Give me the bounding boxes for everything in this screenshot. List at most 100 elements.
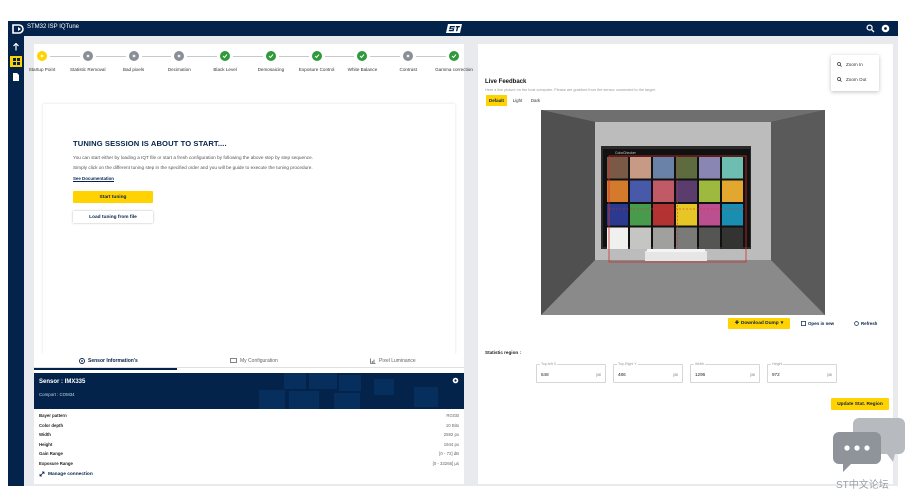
step-label: White Balance bbox=[347, 67, 378, 72]
checker-patch bbox=[722, 180, 743, 202]
start-tuning-button[interactable]: Start tuning bbox=[73, 191, 153, 203]
open-in-new-button[interactable]: Open in new bbox=[801, 321, 834, 326]
sensor-info-value: 10 Bits bbox=[445, 422, 459, 428]
checker-patch bbox=[722, 157, 743, 179]
live-feedback-image[interactable]: ColorChecker bbox=[541, 110, 825, 315]
step-exposure-control[interactable]: Exposure Control bbox=[292, 51, 342, 72]
manage-connection-label: Manage connection bbox=[48, 471, 93, 477]
step-label: Demosaicing bbox=[257, 67, 285, 72]
step-dot-icon bbox=[403, 51, 414, 61]
step-demosaicing[interactable]: Demosaicing bbox=[246, 51, 296, 72]
stat-field-top-right-y[interactable]: Top-Right Y 486 px bbox=[613, 362, 683, 383]
st-logo-icon bbox=[446, 24, 462, 33]
load-tuning-button[interactable]: Load tuning from file bbox=[73, 211, 153, 223]
mode-tab-light[interactable]: Light bbox=[509, 95, 526, 106]
sensor-info-row: Bayer pattern RGGB bbox=[39, 413, 459, 421]
checker-patch bbox=[699, 227, 720, 249]
checker-patch bbox=[630, 204, 651, 226]
step-statistic-removal[interactable]: Statistic Removal bbox=[63, 51, 113, 72]
tab-my-configuration-label: My Configuration bbox=[240, 358, 278, 364]
stat-field-width[interactable]: Width 1296 px bbox=[690, 362, 760, 383]
step-label: Contrast bbox=[399, 67, 417, 72]
sensor-info-value: 2592 px bbox=[443, 432, 459, 438]
app-title: STM32 ISP IQTune bbox=[27, 24, 80, 30]
step-startup-point[interactable]: Startup Point bbox=[17, 51, 67, 72]
stat-field-top-left-x[interactable]: Top-left X 648 px bbox=[536, 362, 606, 383]
chart-icon bbox=[370, 358, 376, 364]
mode-tab-default[interactable]: Default bbox=[486, 95, 507, 106]
download-icon: ✚ bbox=[734, 321, 739, 326]
zoom-in-item[interactable]: Zoom In bbox=[837, 62, 863, 67]
step-label: Gamma correction bbox=[435, 67, 473, 72]
checker-patch bbox=[630, 227, 651, 249]
zoom-in-icon bbox=[837, 62, 842, 67]
checker-patch bbox=[607, 227, 628, 249]
sensor-info-row: Height 1944 px bbox=[39, 442, 459, 450]
chat-bubble-icon bbox=[833, 418, 905, 472]
zoom-icon bbox=[801, 321, 806, 326]
step-contrast[interactable]: Contrast bbox=[383, 51, 433, 72]
stat-field-label: Width bbox=[694, 362, 706, 366]
download-dump-button[interactable]: ✚ Download Dump ▾ bbox=[728, 318, 790, 329]
step-dot-icon bbox=[174, 51, 185, 61]
checker-patch bbox=[676, 180, 697, 202]
settings-icon[interactable] bbox=[881, 24, 890, 33]
step-bad-pixels[interactable]: Bad pixels bbox=[109, 51, 159, 72]
tune-icon bbox=[13, 42, 19, 50]
info-tabs: Sensor Information's My Configuration Pi… bbox=[34, 354, 464, 368]
check-icon bbox=[265, 51, 276, 61]
step-gamma-correction[interactable]: Gamma correction bbox=[429, 51, 479, 72]
stat-field-unit: px bbox=[750, 372, 755, 377]
documentation-link[interactable]: See Documentation bbox=[73, 176, 114, 181]
manage-connection-button[interactable]: Manage connection bbox=[39, 471, 93, 477]
stat-field-label: Top-Right Y bbox=[617, 362, 638, 366]
checker-patch bbox=[722, 227, 743, 249]
tab-my-configuration[interactable]: My Configuration bbox=[230, 358, 278, 364]
search-icon[interactable] bbox=[866, 24, 875, 33]
check-icon bbox=[311, 51, 322, 61]
sensor-info-value: [0 - 72] dB bbox=[439, 451, 459, 457]
update-stat-region-button[interactable]: Update Stat. Region bbox=[831, 398, 889, 410]
step-dot-icon bbox=[37, 51, 47, 61]
sensor-info-key: Height bbox=[39, 441, 53, 447]
step-decimation[interactable]: Decimation bbox=[154, 51, 204, 72]
step-label: Black Level bbox=[213, 67, 237, 72]
tuning-title: TUNING SESSION IS ABOUT TO START.... bbox=[73, 139, 227, 148]
stat-field-label: Height bbox=[771, 362, 784, 366]
tab-sensor-information[interactable]: Sensor Information's bbox=[79, 358, 138, 364]
top-bar: STM32 ISP IQTune bbox=[8, 21, 898, 36]
step-black-level[interactable]: Black Level bbox=[200, 51, 250, 72]
checker-patch bbox=[699, 180, 720, 202]
sensor-info-key: Bayer pattern bbox=[39, 413, 67, 418]
sensor-icon bbox=[79, 358, 85, 364]
tuning-start-panel: TUNING SESSION IS ABOUT TO START.... You… bbox=[43, 104, 455, 354]
sensor-settings-icon[interactable] bbox=[452, 377, 459, 384]
sidebar-item-document[interactable] bbox=[10, 71, 22, 82]
checker-patch bbox=[630, 157, 651, 179]
tuning-intro-text: You can start either by loading a IQT fi… bbox=[73, 155, 313, 160]
app-logo-icon bbox=[12, 24, 24, 34]
mode-tab-dark[interactable]: Dark bbox=[527, 95, 544, 106]
watermark-text: ST中文论坛 bbox=[836, 480, 889, 491]
stat-field-unit: px bbox=[596, 372, 601, 377]
sensor-info-row: Gain Range [0 - 72] dB bbox=[39, 451, 459, 459]
step-dot-icon bbox=[82, 51, 93, 61]
checker-patch bbox=[630, 180, 651, 202]
checker-patch bbox=[653, 227, 674, 249]
sensor-info-key: Width bbox=[39, 432, 51, 438]
sensor-info-key: Gain Range bbox=[39, 451, 63, 457]
stat-field-label: Top-left X bbox=[540, 362, 558, 366]
step-label: Exposure Control bbox=[298, 67, 335, 72]
checker-patch bbox=[699, 204, 720, 226]
zoom-out-item[interactable]: Zoom Out bbox=[837, 77, 866, 82]
tab-pixel-luminance[interactable]: Pixel Luminance bbox=[370, 358, 416, 364]
watermark: ST中文论坛 bbox=[833, 416, 907, 494]
tuning-guide-text: Simply click on the different tuning ste… bbox=[73, 165, 313, 170]
open-in-new-label: Open in new bbox=[808, 321, 835, 326]
step-white-balance[interactable]: White Balance bbox=[337, 51, 387, 72]
refresh-button[interactable]: Refresh bbox=[854, 321, 877, 326]
refresh-label: Refresh bbox=[861, 321, 878, 326]
document-icon bbox=[13, 72, 19, 81]
checker-patch bbox=[653, 204, 674, 226]
stat-field-height[interactable]: Height 972 px bbox=[767, 362, 837, 383]
